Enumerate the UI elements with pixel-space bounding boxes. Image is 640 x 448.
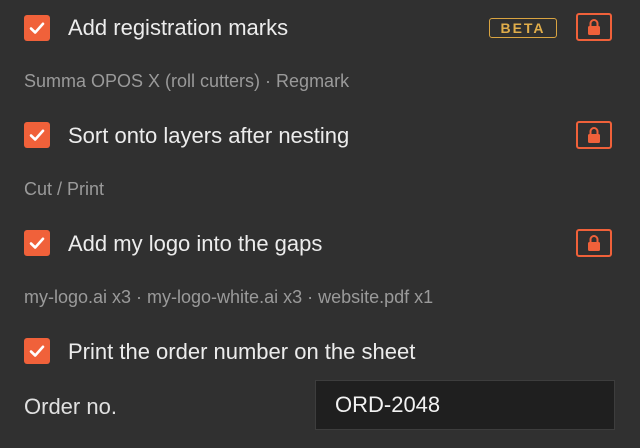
add-logo-label: Add my logo into the gaps [68,231,323,256]
registration-marks-detail: Summa OPOS X (roll cutters) · Regmark [24,71,350,91]
add-logo-detail: my-logo.ai x3 · my-logo-white.ai x3 · we… [24,287,434,307]
check-icon [29,345,45,357]
order-number-input[interactable] [315,380,615,430]
sort-layers-checkbox[interactable] [24,122,50,148]
lock-icon [588,127,600,143]
sort-layers-label: Sort onto layers after nesting [68,123,350,148]
beta-badge: BETA [489,18,557,38]
sort-layers-detail: Cut / Print [24,179,105,199]
add-logo-lock-button[interactable] [576,229,612,257]
registration-marks-label: Add registration marks [68,15,289,40]
order-number-label: Order no. [24,394,117,419]
lock-icon [588,19,600,35]
check-icon [29,237,45,249]
add-logo-checkbox[interactable] [24,230,50,256]
print-order-number-label: Print the order number on the sheet [68,339,416,364]
registration-marks-lock-button[interactable] [576,13,612,41]
check-icon [29,22,45,34]
registration-marks-checkbox[interactable] [24,15,50,41]
sort-layers-lock-button[interactable] [576,121,612,149]
print-order-number-checkbox[interactable] [24,338,50,364]
check-icon [29,129,45,141]
lock-icon [588,235,600,251]
